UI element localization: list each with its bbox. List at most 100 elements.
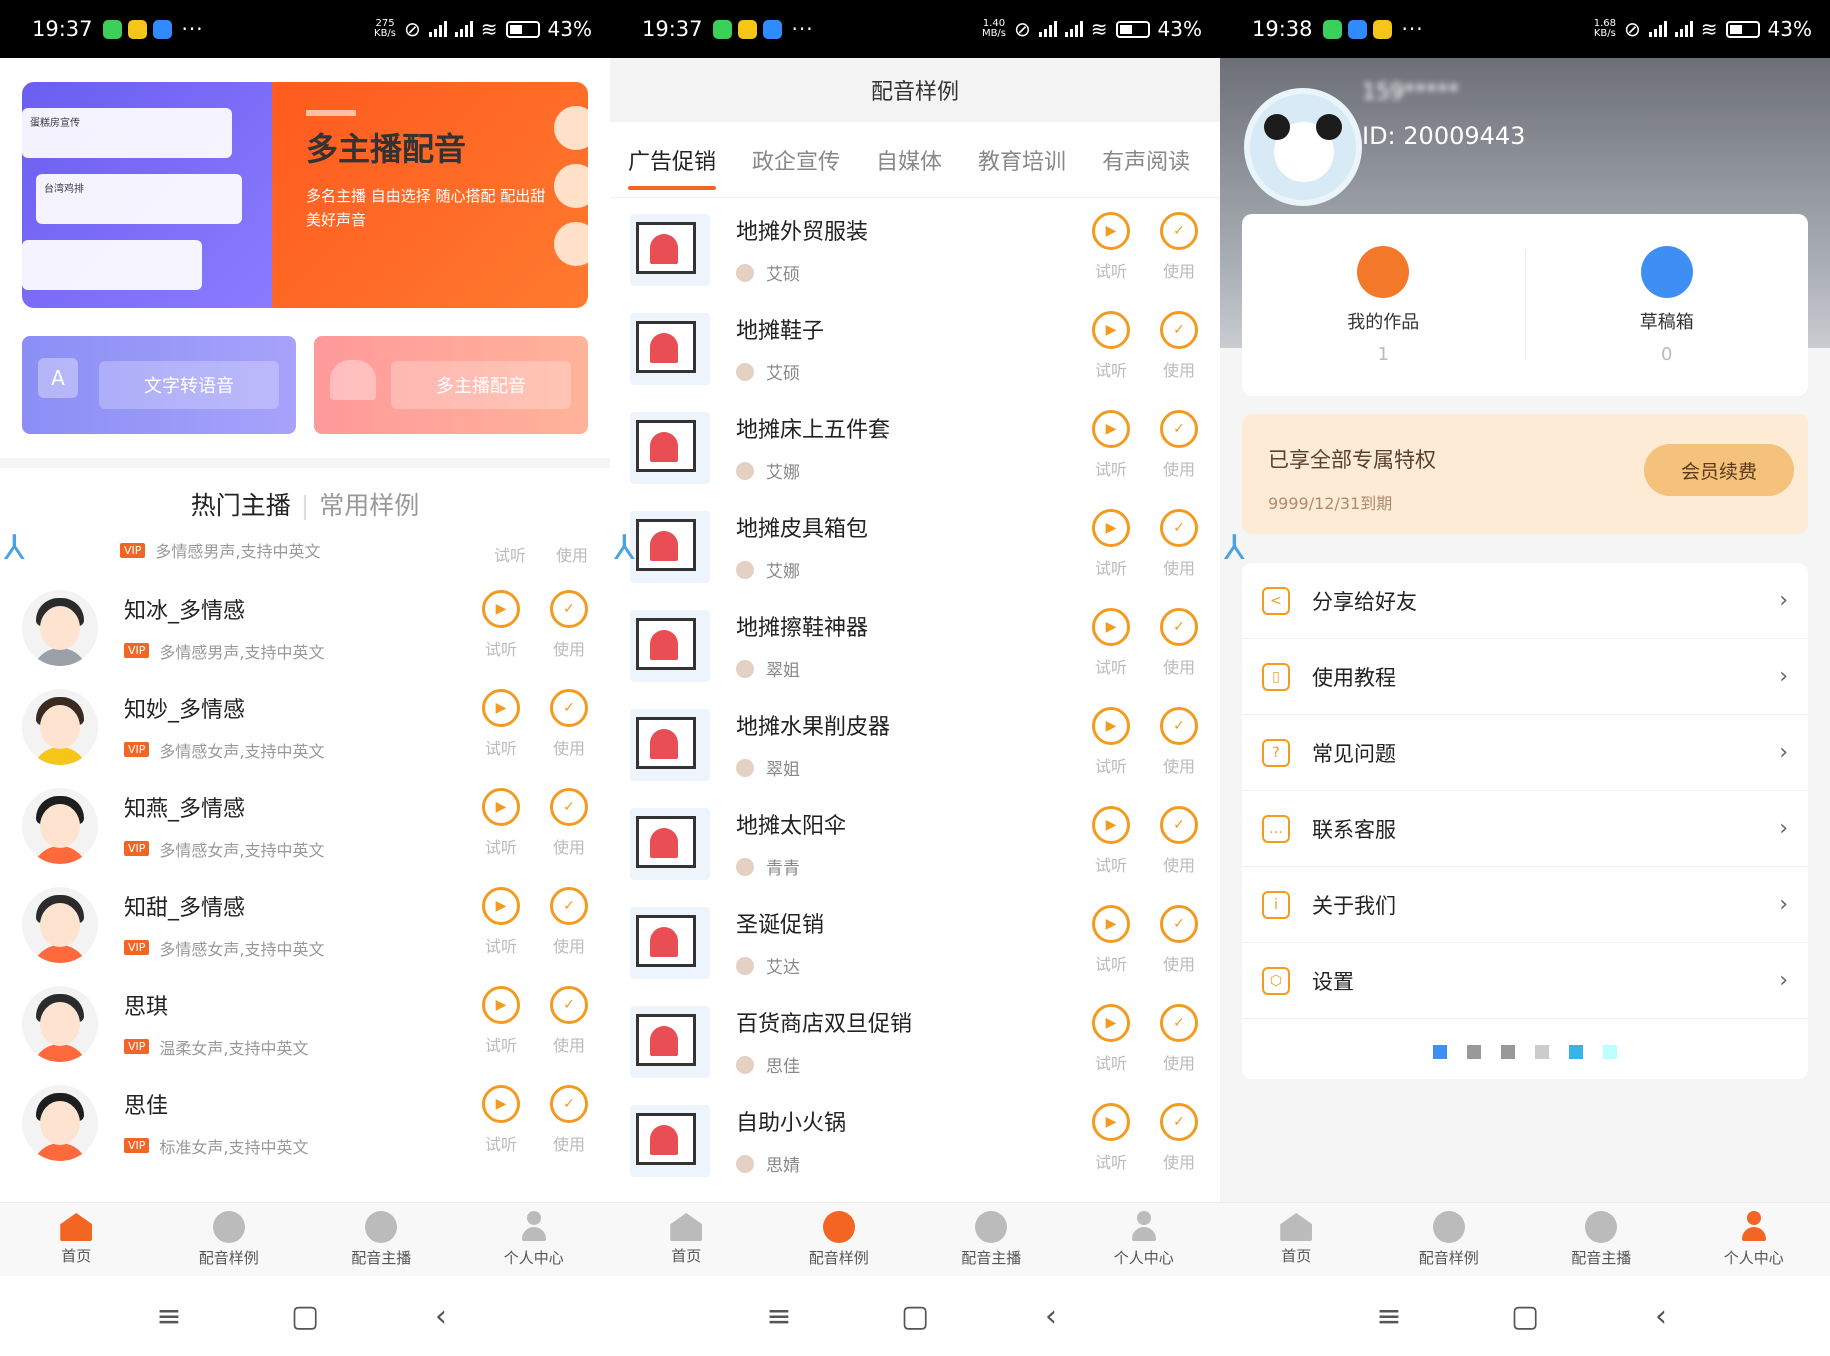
tab-user[interactable]: 个人中心 bbox=[458, 1203, 611, 1276]
use-button[interactable]: ✓ 使用 bbox=[1160, 806, 1198, 876]
text-to-speech-button[interactable]: A 文字转语音 bbox=[22, 336, 296, 434]
use-button[interactable]: ✓ 使用 bbox=[1160, 905, 1198, 975]
listen-button[interactable]: ▶ 试听 bbox=[1092, 1004, 1130, 1074]
list-item[interactable]: 地摊擦鞋神器 翠姐 ▶ 试听 ✓ 使用 bbox=[610, 596, 1220, 695]
list-item[interactable]: 地摊外贸服装 艾硕 ▶ 试听 ✓ 使用 bbox=[610, 200, 1220, 299]
list-item[interactable]: 思佳 VIP 标准女声,支持中英文 ▶ 试听 ✓ 使用 bbox=[0, 1073, 610, 1172]
avatar[interactable] bbox=[1244, 88, 1362, 206]
tab-category[interactable]: 自媒体 bbox=[876, 144, 942, 176]
use-button[interactable]: ✓ 使用 bbox=[1160, 509, 1198, 579]
use-button[interactable]: ✓ 使用 bbox=[550, 689, 588, 759]
tab-category[interactable]: 广告促销 bbox=[628, 144, 717, 190]
listen-button[interactable]: ▶ 试听 bbox=[1092, 905, 1130, 975]
float-icon[interactable]: ⅄ bbox=[4, 528, 25, 568]
home-icon[interactable]: ▢ bbox=[901, 1299, 929, 1334]
menu-item[interactable]: ▯ 使用教程 › bbox=[1242, 639, 1808, 715]
use-button[interactable]: ✓ 使用 bbox=[550, 788, 588, 858]
home-icon[interactable]: ▢ bbox=[1511, 1299, 1539, 1334]
menu-icon[interactable]: ≡ bbox=[156, 1299, 182, 1334]
use-button[interactable]: ✓ 使用 bbox=[550, 590, 588, 660]
use-button[interactable]: ✓ 使用 bbox=[1160, 212, 1198, 282]
tab-category[interactable]: 有声阅读 bbox=[1102, 144, 1190, 176]
list-item[interactable]: 地摊鞋子 艾硕 ▶ 试听 ✓ 使用 bbox=[610, 299, 1220, 398]
tab-common-samples[interactable]: 常用样例 bbox=[319, 491, 419, 520]
listen-button[interactable]: ▶ 试听 bbox=[482, 590, 520, 660]
listen-button[interactable]: ▶ 试听 bbox=[1092, 1103, 1130, 1173]
multi-host-button[interactable]: 多主播配音 bbox=[314, 336, 588, 434]
tab-sample[interactable]: 配音样例 bbox=[763, 1203, 916, 1276]
tab-sample[interactable]: 配音样例 bbox=[153, 1203, 306, 1276]
promo-banner[interactable]: 蛋糕房宣传 台湾鸡排 多主播配音 多名主播 自由选择 随心搭配 配出甜美好声音 bbox=[22, 82, 588, 308]
drafts-button[interactable]: 草稿箱 0 bbox=[1526, 214, 1809, 396]
listen-button[interactable]: ▶ 试听 bbox=[1092, 608, 1130, 678]
sample-title: 地摊鞋子 bbox=[736, 319, 825, 344]
use-button[interactable]: ✓ 使用 bbox=[550, 986, 588, 1056]
menu-item[interactable]: < 分享给好友 › bbox=[1242, 563, 1808, 639]
listen-button[interactable]: ▶ 试听 bbox=[482, 1085, 520, 1155]
listen-button[interactable]: ▶ 试听 bbox=[1092, 410, 1130, 480]
menu-item[interactable]: ? 常见问题 › bbox=[1242, 715, 1808, 791]
list-item[interactable]: 地摊水果削皮器 翠姐 ▶ 试听 ✓ 使用 bbox=[610, 695, 1220, 794]
list-item[interactable]: 地摊皮具箱包 艾娜 ▶ 试听 ✓ 使用 bbox=[610, 497, 1220, 596]
tab-category[interactable]: 教育培训 bbox=[978, 144, 1066, 176]
listen-button[interactable]: ▶ 试听 bbox=[482, 986, 520, 1056]
use-button[interactable]: ✓ 使用 bbox=[1160, 311, 1198, 381]
menu-icon[interactable]: ≡ bbox=[766, 1299, 792, 1334]
use-button[interactable]: ✓ 使用 bbox=[1160, 1103, 1198, 1173]
bottom-tab-bar: 首页 配音样例 配音主播 个人中心 bbox=[0, 1202, 610, 1276]
tab-label: 首页 bbox=[61, 1247, 92, 1265]
renew-button[interactable]: 会员续费 bbox=[1644, 444, 1794, 496]
use-button[interactable]: 使用 bbox=[556, 542, 588, 566]
tab-sample[interactable]: 配音样例 bbox=[1373, 1203, 1526, 1276]
use-button[interactable]: ✓ 使用 bbox=[550, 1085, 588, 1155]
use-button[interactable]: ✓ 使用 bbox=[1160, 1004, 1198, 1074]
menu-item[interactable]: i 关于我们 › bbox=[1242, 867, 1808, 943]
my-works-button[interactable]: 我的作品 1 bbox=[1242, 214, 1525, 396]
float-icon[interactable]: ⅄ bbox=[614, 528, 635, 568]
tab-home[interactable]: 首页 bbox=[1220, 1203, 1373, 1276]
listen-button[interactable]: ▶ 试听 bbox=[482, 887, 520, 957]
sample-title: 地摊擦鞋神器 bbox=[736, 616, 869, 641]
list-item[interactable]: 思琪 VIP 温柔女声,支持中英文 ▶ 试听 ✓ 使用 bbox=[0, 974, 610, 1073]
listen-button[interactable]: ▶ 试听 bbox=[1092, 509, 1130, 579]
tab-home[interactable]: 首页 bbox=[610, 1203, 763, 1276]
menu-item[interactable]: … 联系客服 › bbox=[1242, 791, 1808, 867]
list-item[interactable]: 圣诞促销 艾达 ▶ 试听 ✓ 使用 bbox=[610, 893, 1220, 992]
list-item[interactable]: 地摊床上五件套 艾娜 ▶ 试听 ✓ 使用 bbox=[610, 398, 1220, 497]
back-icon[interactable]: ‹ bbox=[1648, 1299, 1674, 1334]
tab-host[interactable]: 配音主播 bbox=[305, 1203, 458, 1276]
use-button[interactable]: ✓ 使用 bbox=[1160, 410, 1198, 480]
float-icon[interactable]: ⅄ bbox=[1224, 528, 1245, 568]
list-item[interactable]: 自助小火锅 思婧 ▶ 试听 ✓ 使用 bbox=[610, 1091, 1220, 1190]
tab-host[interactable]: 配音主播 bbox=[1525, 1203, 1678, 1276]
list-item[interactable]: 知妙_多情感 VIP 多情感女声,支持中英文 ▶ 试听 ✓ 使用 bbox=[0, 677, 610, 776]
tab-user[interactable]: 个人中心 bbox=[1068, 1203, 1221, 1276]
listen-button[interactable]: ▶ 试听 bbox=[1092, 707, 1130, 777]
tab-host[interactable]: 配音主播 bbox=[915, 1203, 1068, 1276]
tab-hot-hosts[interactable]: 热门主播 bbox=[191, 491, 291, 520]
listen-button[interactable]: ▶ 试听 bbox=[1092, 311, 1130, 381]
menu-item[interactable]: ⬡ 设置 › bbox=[1242, 943, 1808, 1019]
use-button[interactable]: ✓ 使用 bbox=[1160, 608, 1198, 678]
home-icon[interactable]: ▢ bbox=[291, 1299, 319, 1334]
list-item[interactable]: 地摊太阳伞 青青 ▶ 试听 ✓ 使用 bbox=[610, 794, 1220, 893]
listen-button[interactable]: ▶ 试听 bbox=[1092, 212, 1130, 282]
phone-home: 19:37 ··· 275 KB/s ⊘ ≋ 43% 蛋糕房宣传 台湾鸡排 多主… bbox=[0, 0, 610, 1356]
list-item[interactable]: 知燕_多情感 VIP 多情感女声,支持中英文 ▶ 试听 ✓ 使用 bbox=[0, 776, 610, 875]
back-icon[interactable]: ‹ bbox=[1038, 1299, 1064, 1334]
listen-button[interactable]: ▶ 试听 bbox=[1092, 806, 1130, 876]
back-icon[interactable]: ‹ bbox=[428, 1299, 454, 1334]
use-button[interactable]: ✓ 使用 bbox=[1160, 707, 1198, 777]
list-item[interactable]: 百货商店双旦促销 思佳 ▶ 试听 ✓ 使用 bbox=[610, 992, 1220, 1091]
listen-button[interactable]: 试听 bbox=[494, 542, 526, 566]
menu-icon[interactable]: ≡ bbox=[1376, 1299, 1402, 1334]
use-button[interactable]: ✓ 使用 bbox=[550, 887, 588, 957]
tab-home[interactable]: 首页 bbox=[0, 1203, 153, 1276]
listen-button[interactable]: ▶ 试听 bbox=[482, 689, 520, 759]
listen-button[interactable]: ▶ 试听 bbox=[482, 788, 520, 858]
voice-desc: 多情感男声,支持中英文 bbox=[155, 542, 321, 561]
tab-category[interactable]: 政企宣传 bbox=[752, 144, 840, 176]
list-item[interactable]: 知冰_多情感 VIP 多情感男声,支持中英文 ▶ 试听 ✓ 使用 bbox=[0, 578, 610, 677]
tab-user[interactable]: 个人中心 bbox=[1678, 1203, 1830, 1276]
list-item[interactable]: 知甜_多情感 VIP 多情感女声,支持中英文 ▶ 试听 ✓ 使用 bbox=[0, 875, 610, 974]
